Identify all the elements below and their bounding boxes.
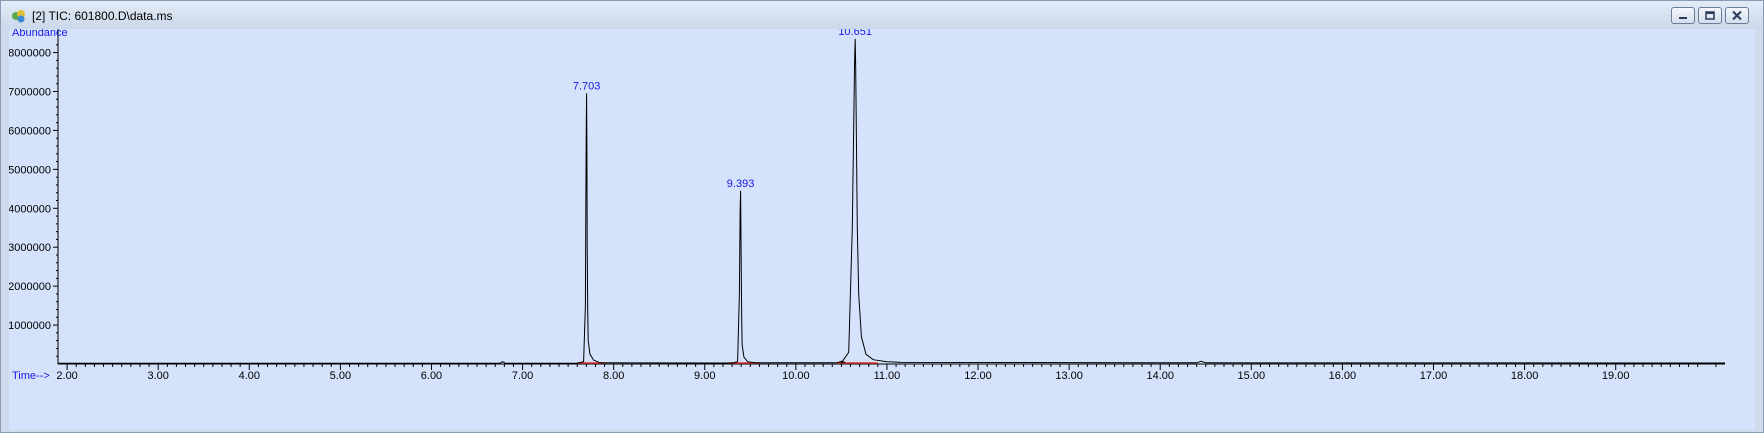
x-tick-label: 15.00 [1238, 370, 1266, 382]
chromatogram-chart: Abundance 1000000 2000000 3000000 4000000 500… [9, 29, 1726, 382]
y-tick-label: 4000000 [9, 203, 51, 215]
plot-area[interactable]: Abundance 1000000 2000000 3000000 4000000 500… [9, 29, 1755, 430]
x-tick-label: 10.00 [782, 370, 810, 382]
restore-button[interactable] [1698, 7, 1722, 24]
x-tick-label: 8.00 [603, 370, 624, 382]
title-bar[interactable]: [2] TIC: 601800.D\data.ms [1, 1, 1763, 29]
x-tick-label: 7.00 [512, 370, 533, 382]
window-title: [2] TIC: 601800.D\data.ms [32, 9, 173, 23]
peak-label: 10.651 [838, 29, 872, 38]
y-tick-label: 6000000 [9, 125, 51, 137]
x-tick-label: 18.00 [1511, 370, 1539, 382]
minimize-button[interactable] [1671, 7, 1695, 24]
close-icon [1732, 10, 1742, 21]
y-tick-label: 8000000 [9, 48, 51, 60]
y-tick-label: 2000000 [9, 281, 51, 293]
x-tick-label: 2.00 [56, 370, 77, 382]
x-tick-label: 11.00 [874, 370, 901, 382]
y-tick-label: 5000000 [9, 164, 51, 176]
x-tick-label: 12.00 [964, 370, 992, 382]
y-tick-label: 7000000 [9, 87, 51, 99]
y-tick-label: 3000000 [9, 242, 51, 254]
x-tick-label: 19.00 [1602, 370, 1630, 382]
x-tick-label: 16.00 [1329, 370, 1357, 382]
y-tick-label: 1000000 [9, 320, 51, 332]
x-tick-label: 14.00 [1146, 370, 1174, 382]
restore-icon [1705, 11, 1715, 20]
minimize-icon [1679, 17, 1687, 19]
x-tick-label: 4.00 [239, 370, 260, 382]
x-tick-label: 17.00 [1420, 370, 1448, 382]
x-axis-label: Time--> [12, 370, 50, 382]
close-button[interactable] [1725, 7, 1749, 24]
x-tick-label: 13.00 [1055, 370, 1083, 382]
x-tick-label: 6.00 [421, 370, 442, 382]
x-tick-label: 3.00 [147, 370, 168, 382]
y-axis-label: Abundance [12, 29, 68, 39]
tic-trace [58, 38, 1726, 364]
chromatogram-app-icon [12, 10, 25, 23]
peak-label: 7.703 [573, 80, 601, 92]
chromatogram-window: [2] TIC: 601800.D\data.ms Abundance 10000… [0, 0, 1764, 433]
x-tick-label: 9.00 [694, 370, 715, 382]
peak-label: 9.393 [727, 178, 755, 190]
x-tick-label: 5.00 [330, 370, 351, 382]
